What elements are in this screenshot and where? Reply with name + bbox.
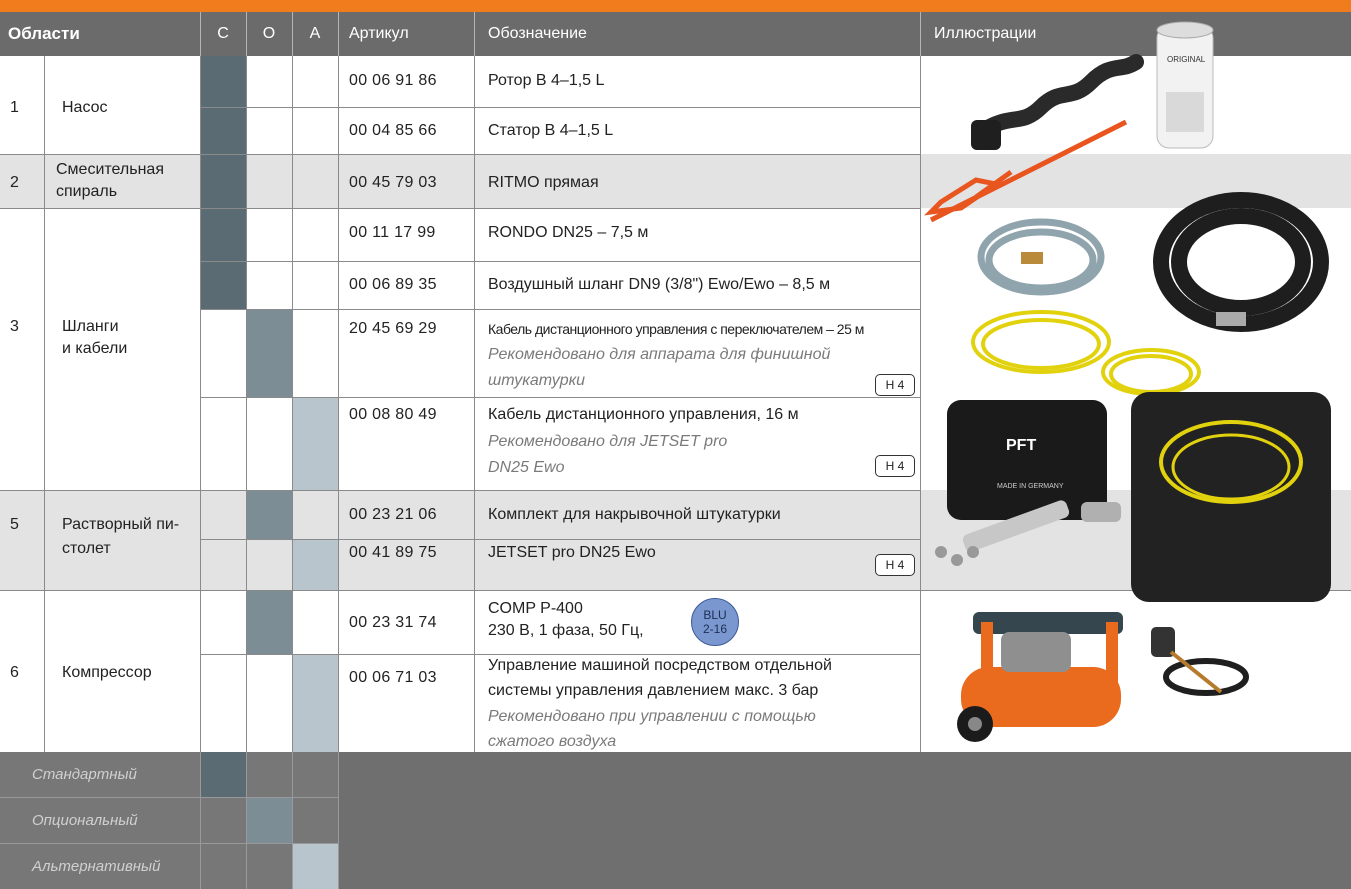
header-areas: Области (8, 24, 80, 43)
standard-marker (200, 56, 246, 107)
case-icon: PFT MADE IN GERMANY (947, 400, 1107, 520)
row-number: 3 (10, 318, 19, 335)
alternative-marker (292, 398, 338, 490)
optional-marker (246, 590, 292, 654)
tag-h4: H 4 (875, 455, 915, 477)
legend-empty (200, 798, 246, 843)
part-name: Кабель дистанционного управления, 16 м (488, 406, 799, 423)
legend-standard: Стандартный (0, 752, 200, 797)
legend-empty (292, 798, 338, 843)
article-number: 00 06 89 35 (349, 276, 437, 293)
part-name: COMP P-400 (488, 600, 583, 617)
mixing-spiral-icon (924, 119, 1128, 223)
article-number: 00 41 89 75 (349, 544, 437, 561)
header-article: Артикул (349, 25, 409, 42)
area-name: Шланги (62, 318, 119, 335)
tag-h4: H 4 (875, 554, 915, 576)
article-number: 00 06 91 86 (349, 72, 437, 89)
area-name: столет (62, 540, 111, 557)
header-col-c: С (217, 25, 229, 42)
header-designation: Обозначение (488, 25, 587, 42)
area-name: Смесительная (56, 161, 164, 178)
row-number: 2 (10, 174, 19, 191)
part-note: Рекомендовано для JETSET pro (488, 433, 728, 450)
alternative-marker (292, 655, 338, 752)
legend-alternative: Альтернативный (0, 844, 200, 889)
part-name: Воздушный шланг DN9 (3/8") Ewo/Ewo – 8,5… (488, 276, 831, 293)
area-name: спираль (56, 183, 118, 200)
part-note: Рекомендовано при управлении с помощью (488, 708, 816, 725)
part-name: JETSET pro DN25 Ewo (488, 544, 656, 561)
black-hose-icon (1153, 192, 1329, 332)
header-col-o: О (262, 25, 276, 42)
standard-marker (200, 262, 246, 309)
part-name: Статор B 4–1,5 L (488, 122, 614, 139)
compressor-icon (957, 612, 1123, 742)
pressure-control-icon (1151, 627, 1249, 696)
svg-text:MADE IN GERMANY: MADE IN GERMANY (997, 483, 1064, 490)
area-name: и кабели (62, 340, 128, 357)
svg-text:PFT: PFT (1006, 437, 1036, 454)
optional-marker (246, 490, 292, 539)
article-number: 00 08 80 49 (349, 406, 437, 423)
open-case-icon (1131, 392, 1331, 602)
part-note: сжатого воздуха (488, 733, 617, 750)
article-number: 20 45 69 29 (349, 320, 437, 337)
legend-optional: Опциональный (0, 798, 200, 843)
part-name: RONDO DN25 – 7,5 м (488, 224, 649, 241)
legend-optional-swatch (246, 798, 292, 843)
article-number: 00 06 71 03 (349, 669, 437, 686)
alternative-marker (292, 540, 338, 590)
row-number: 5 (10, 516, 19, 533)
article-number: 00 23 31 74 (349, 614, 437, 631)
part-name: Кабель дистанционного управления с перек… (488, 321, 864, 337)
rotor-icon (971, 54, 1144, 150)
article-number: 00 45 79 03 (349, 174, 437, 191)
row-number: 6 (10, 664, 19, 681)
part-name: Ротор B 4–1,5 L (488, 72, 605, 89)
air-hose-icon (977, 218, 1105, 296)
tag-h4: H 4 (875, 374, 915, 396)
standard-marker (200, 208, 246, 261)
part-name: RITMO прямая (488, 174, 599, 191)
part-spec: 230 В, 1 фаза, 50 Гц, (488, 622, 644, 639)
standard-marker (200, 154, 246, 208)
article-number: 00 04 85 66 (349, 122, 437, 139)
area-name: Насос (62, 99, 108, 116)
row-number: 1 (10, 99, 19, 116)
header-col-a: А (309, 25, 321, 42)
area-name: Растворный пи- (62, 516, 180, 533)
optional-marker (246, 310, 292, 397)
legend-alternative-swatch (292, 844, 338, 889)
article-number: 00 11 17 99 (349, 224, 436, 241)
part-note: Рекомендовано для аппарата для финишной (488, 346, 831, 363)
part-note: DN25 Ewo (488, 459, 565, 476)
svg-text:ORIGINAL: ORIGINAL (1167, 55, 1206, 64)
illustrations-panel: ORIGINAL PFT MADE IN GERMANY (924, 21, 1331, 742)
part-name: Управление машиной посредством отдельной (488, 657, 832, 674)
part-name: системы управления давлением макс. 3 бар (488, 682, 819, 699)
part-name: Комплект для накрывочной штукатурки (488, 506, 781, 523)
part-note: штукатурки (488, 372, 586, 389)
top-accent-bar (0, 0, 1351, 12)
article-number: 00 23 21 06 (349, 506, 437, 523)
legend-standard-swatch (200, 752, 246, 797)
cable-icon (971, 310, 1201, 396)
stator-icon: ORIGINAL (1156, 21, 1214, 149)
area-name: Компрессор (62, 664, 152, 681)
standard-marker (200, 108, 246, 154)
blu-badge: BLU 2-16 (691, 598, 739, 646)
